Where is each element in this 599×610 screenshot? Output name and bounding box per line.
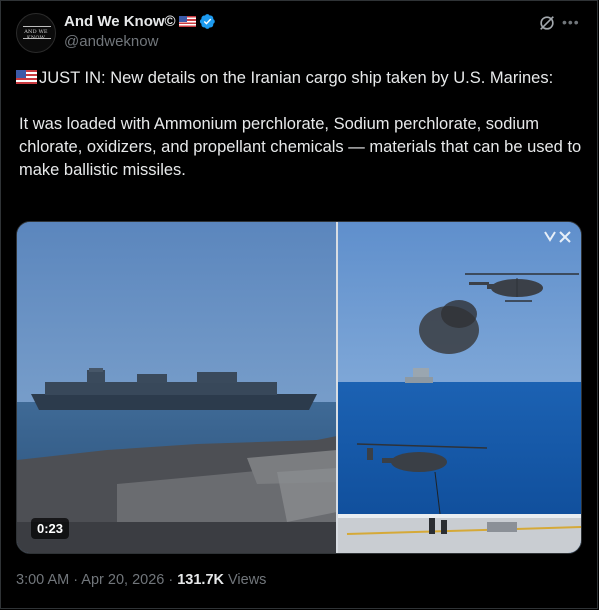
avatar[interactable]: AND WE KNOW (16, 13, 56, 53)
author-handle[interactable]: @andweknow (64, 33, 158, 50)
grok-icon[interactable] (538, 14, 556, 32)
tweet-text-line: JUST IN: New details on the Iranian carg… (16, 67, 586, 90)
tweet-card: AND WE KNOW And We Know© @andweknow ••• … (0, 0, 598, 609)
tweet-text: JUST IN: New details on the Iranian carg… (16, 67, 586, 182)
meta-separator: · (168, 572, 178, 588)
views-label: Views (228, 572, 267, 588)
avatar-logo-text: AND WE KNOW (24, 29, 48, 41)
tweet-meta: 3:00 AM · Apr 20, 2026 · 131.7K Views (16, 572, 266, 588)
author-display-name[interactable]: And We Know© (64, 13, 176, 30)
tweet-text-part: JUST IN: New details on the Iranian carg… (39, 69, 554, 87)
us-flag-icon (178, 15, 196, 27)
avatar-logo-line (23, 38, 51, 39)
more-icon[interactable]: ••• (562, 13, 582, 31)
tweet-text-line: It was loaded with Ammonium perchlorate,… (19, 115, 582, 179)
video-player[interactable]: 0:23 (16, 221, 582, 554)
verified-badge-icon (199, 13, 215, 29)
video-duration-badge: 0:23 (31, 518, 70, 539)
us-flag-icon (16, 70, 37, 84)
views-count: 131.7K (177, 572, 224, 588)
video-thumbnail (17, 222, 581, 553)
author-name-row[interactable]: And We Know© (64, 11, 216, 31)
avatar-logo-line (23, 26, 51, 27)
tweet-timestamp[interactable]: 3:00 AM · Apr 20, 2026 (16, 572, 164, 588)
